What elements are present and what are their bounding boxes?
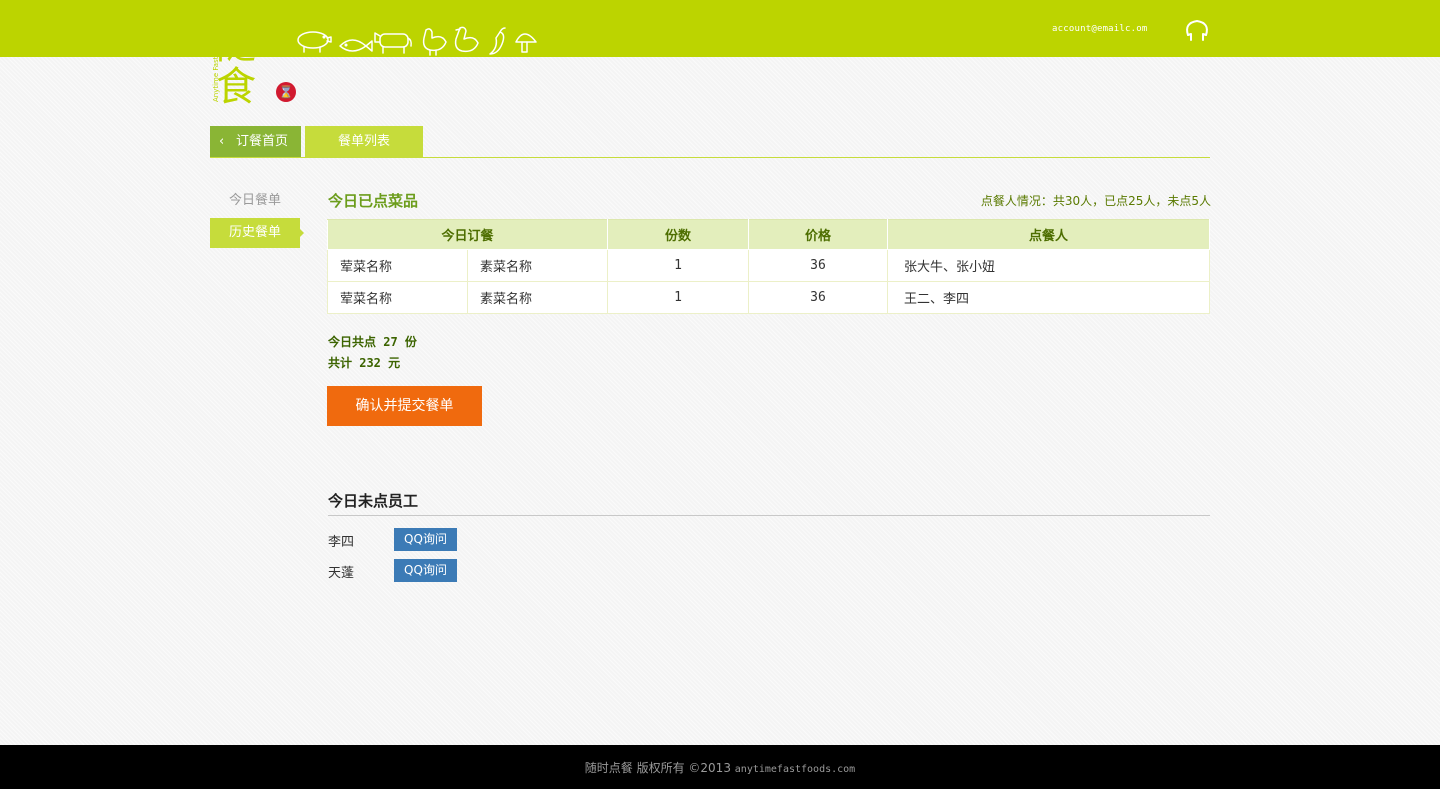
user-icon[interactable] [1183,18,1211,44]
submit-order-button[interactable]: 确认并提交餐单 [327,386,482,426]
people-cell: 王二、李四 [887,281,1210,314]
footer: 随时点餐 版权所有 ©2013 anytimefastfoods.com [0,745,1440,789]
col-header-quantity: 份数 [607,219,749,250]
hourglass-icon: ⌛ [276,82,296,102]
quantity-cell: 1 [607,281,749,314]
col-header-people: 点餐人 [887,219,1210,250]
logo[interactable]: 随 食 Anytime Fast Food [210,10,270,106]
mushroom-icon [515,33,537,53]
pepper-icon [489,27,506,55]
qq-ask-button[interactable]: QQ询问 [394,528,457,551]
pig-icon [297,31,332,53]
table-row: 荤菜名称 素菜名称 1 36 张大牛、张小妞 [327,249,1210,282]
table-row: 荤菜名称 素菜名称 1 36 王二、李四 [327,281,1210,314]
chevron-left-icon: ‹ [219,134,225,149]
meat-dish-cell: 荤菜名称 [327,281,468,314]
veg-dish-cell: 素菜名称 [467,281,608,314]
chicken-icon [422,28,447,56]
copyright: 随时点餐 版权所有 ©2013 [584,761,731,775]
veg-dish-cell: 素菜名称 [467,249,608,282]
logo-subtitle: Anytime Fast Food [212,38,220,102]
col-header-today-order: 今日订餐 [327,219,608,250]
orders-table: 今日订餐 份数 价格 点餐人 荤菜名称 素菜名称 1 36 张大牛、张小妞 荤菜… [327,219,1210,314]
logo-text-1: 随 [216,22,256,68]
price-cell: 36 [748,249,888,282]
staff-name: 李四 [328,535,355,550]
logo-text-2: 食 [216,64,256,106]
total-count: 今日共点 27 份 [328,335,417,349]
sidebar-item-today[interactable]: 今日餐单 [210,186,300,216]
price-cell: 36 [748,281,888,314]
qq-ask-button[interactable]: QQ询问 [394,559,457,582]
footer-url[interactable]: anytimefastfoods.com [735,764,855,775]
cow-icon [374,32,412,54]
staff-item: 李四 QQ询问 [328,528,528,552]
sidebar-item-history[interactable]: 历史餐单 [210,218,304,248]
staff-item: 天蓬 QQ询问 [328,559,528,583]
ordered-title: 今日已点菜品 [328,192,419,210]
unordered-title: 今日未点员工 [328,490,1210,516]
account-email[interactable]: account@emailc.om [1052,24,1148,34]
staff-name: 天蓬 [328,566,355,581]
nav-home-label: 订餐首页 [236,134,289,149]
people-cell: 张大牛、张小妞 [887,249,1210,282]
footer-text: 随时点餐 版权所有 ©2013 anytimefastfoods.com [0,759,1440,776]
duck-icon [454,26,479,53]
table-header-row: 今日订餐 份数 价格 点餐人 [327,219,1210,250]
total-price: 共计 232 元 [328,356,401,370]
tab-menu-list[interactable]: 餐单列表 [305,126,423,157]
main-nav: ‹ 订餐首页 餐单列表 [210,126,1210,158]
fish-icon [339,39,373,52]
quantity-cell: 1 [607,249,749,282]
meat-dish-cell: 荤菜名称 [327,249,468,282]
order-summary: 点餐人情况：共30人，已点25人，未点5人 [980,194,1211,208]
col-header-price: 价格 [748,219,888,250]
animal-icons [297,26,537,56]
nav-home-button[interactable]: ‹ 订餐首页 [210,126,301,157]
